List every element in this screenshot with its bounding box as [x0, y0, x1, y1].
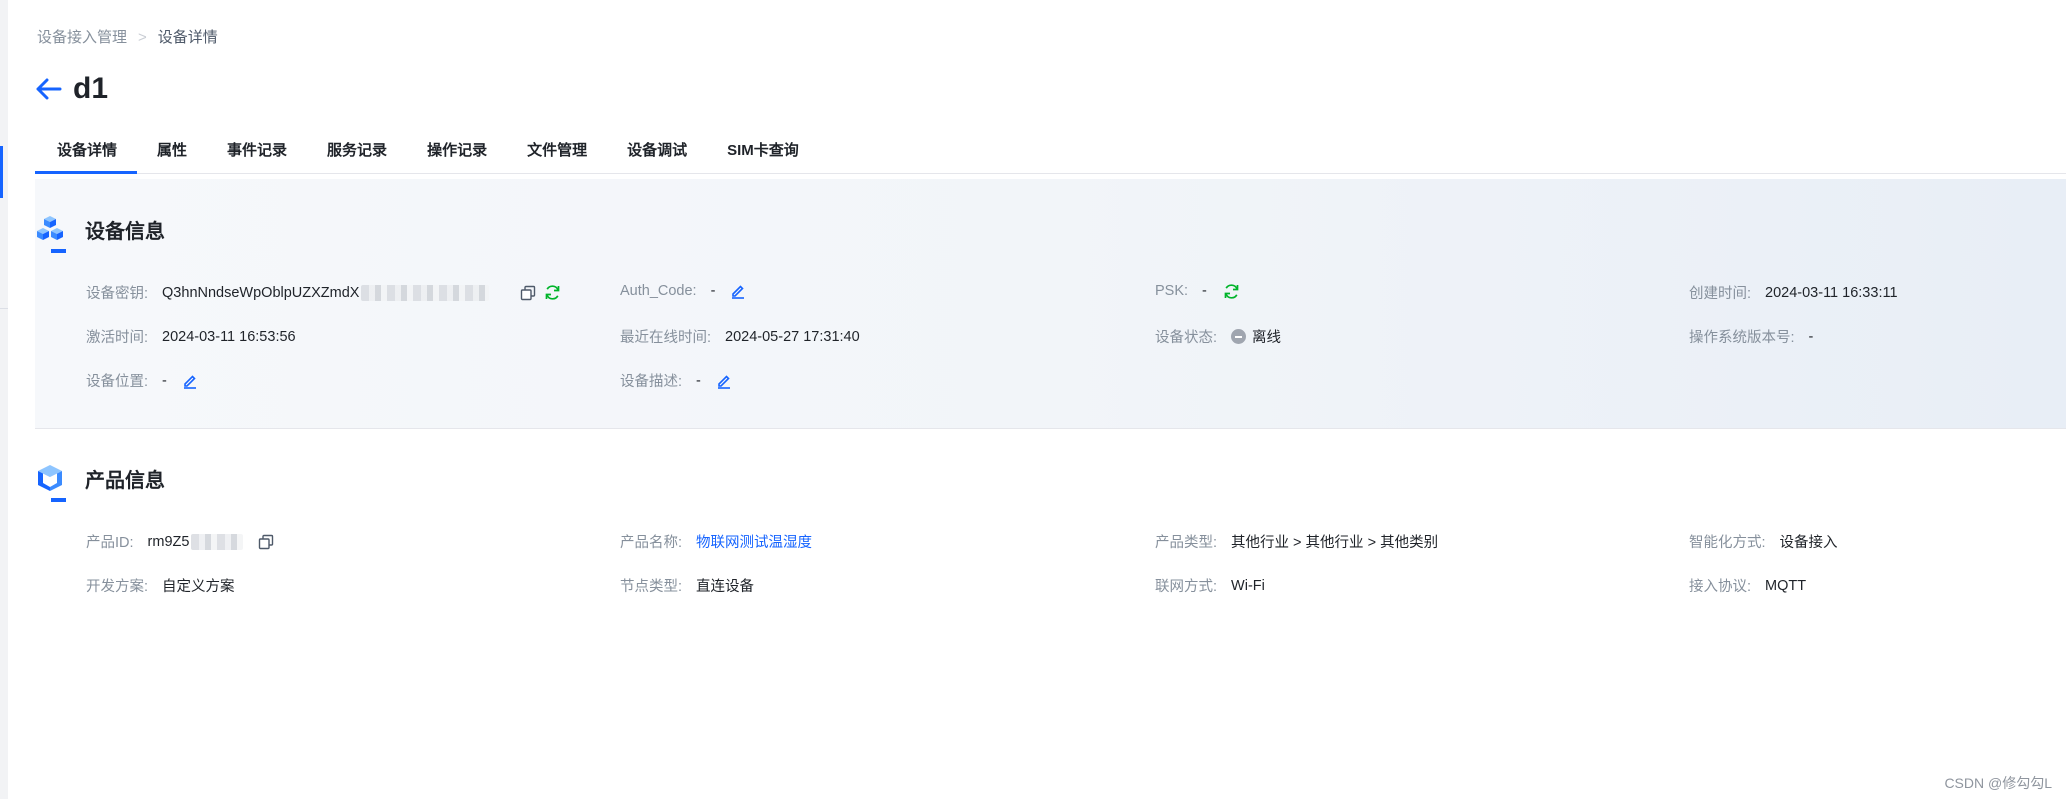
device-info-panel: [35, 179, 2066, 428]
os-version-label: 操作系统版本号:: [1689, 330, 1795, 346]
created-time-field: 创建时间: 2024-03-11 16:33:11: [1689, 282, 1898, 303]
product-name-label: 产品名称:: [620, 535, 683, 551]
breadcrumb-current: 设备详情: [157, 29, 218, 46]
last-online-label: 最近在线时间:: [620, 330, 712, 346]
os-version-field: 操作系统版本号: -: [1689, 326, 1813, 347]
smart-mode-field: 智能化方式: 设备接入: [1689, 531, 1838, 552]
activated-time-label: 激活时间:: [86, 330, 149, 346]
product-info-header: 产品信息: [35, 463, 165, 493]
offline-status-icon: [1231, 329, 1247, 344]
node-type-label: 节点类型:: [620, 579, 683, 595]
created-time-label: 创建时间:: [1689, 286, 1752, 302]
breadcrumb: 设备接入管理 > 设备详情: [37, 26, 218, 47]
device-status-label: 设备状态:: [1155, 330, 1218, 346]
edit-icon[interactable]: [181, 372, 199, 390]
product-box-icon: [38, 465, 62, 491]
tab-properties[interactable]: 属性: [137, 139, 207, 173]
dev-plan-field: 开发方案: 自定义方案: [86, 575, 235, 596]
access-protocol-field: 接入协议: MQTT: [1689, 575, 1806, 596]
tab-device-details[interactable]: 设备详情: [35, 139, 138, 174]
device-secret-masked: [361, 284, 490, 301]
device-description-label: 设备描述:: [620, 374, 683, 390]
copy-icon[interactable]: [519, 284, 537, 302]
tab-device-debug[interactable]: 设备调试: [607, 139, 707, 173]
sidebar-divider: [0, 308, 8, 309]
product-id-label: 产品ID:: [86, 535, 134, 551]
device-status-value: 离线: [1252, 330, 1282, 346]
copy-icon[interactable]: [257, 533, 275, 551]
access-protocol-label: 接入协议:: [1689, 579, 1752, 595]
edit-icon[interactable]: [729, 282, 747, 300]
tab-event-records[interactable]: 事件记录: [207, 139, 307, 173]
product-type-value: 其他行业 > 其他行业 > 其他类别: [1231, 535, 1439, 551]
node-type-value: 直连设备: [696, 579, 755, 595]
psk-field: PSK: -: [1155, 282, 1241, 300]
product-info-title: 产品信息: [85, 469, 165, 492]
product-type-label: 产品类型:: [1155, 535, 1218, 551]
device-description-value: -: [696, 372, 701, 389]
activated-time-field: 激活时间: 2024-03-11 16:53:56: [86, 326, 296, 347]
tab-sim-query[interactable]: SIM卡查询: [707, 139, 819, 173]
device-description-field: 设备描述: -: [620, 370, 733, 391]
left-sidebar-rail: [0, 0, 8, 799]
tab-service-records[interactable]: 服务记录: [307, 139, 407, 173]
breadcrumb-parent-link[interactable]: 设备接入管理: [37, 29, 127, 46]
device-secret-label: 设备密钥:: [86, 286, 149, 302]
dev-plan-value: 自定义方案: [162, 579, 235, 595]
dev-plan-label: 开发方案:: [86, 579, 149, 595]
smart-mode-value: 设备接入: [1779, 535, 1838, 551]
product-info-title-underline: [51, 498, 66, 502]
device-location-field: 设备位置: -: [86, 370, 199, 391]
device-location-value: -: [162, 372, 167, 389]
device-secret-value: Q3hnNndseWpOblpUZXZmdX: [162, 284, 360, 301]
tab-bar: 设备详情 属性 事件记录 服务记录 操作记录 文件管理 设备调试 SIM卡查询: [35, 139, 2066, 174]
last-online-field: 最近在线时间: 2024-05-27 17:31:40: [620, 326, 860, 347]
product-id-value: rm9Z5: [147, 533, 190, 550]
access-protocol-value: MQTT: [1765, 577, 1807, 594]
node-type-field: 节点类型: 直连设备: [620, 575, 754, 596]
auth-code-field: Auth_Code: -: [620, 282, 747, 300]
edit-icon[interactable]: [715, 372, 733, 390]
smart-mode-label: 智能化方式:: [1689, 535, 1766, 551]
section-divider: [35, 428, 2066, 429]
last-online-value: 2024-05-27 17:31:40: [725, 328, 860, 345]
product-id-masked: [191, 533, 244, 550]
cubes-icon: [37, 216, 63, 240]
os-version-value: -: [1808, 328, 1814, 345]
back-arrow-icon[interactable]: [35, 75, 63, 103]
page-header: d1: [35, 72, 108, 106]
network-mode-value: Wi-Fi: [1231, 577, 1265, 594]
device-info-title-underline: [51, 249, 66, 253]
watermark: CSDN @修勾勾L: [1944, 775, 2052, 791]
product-type-field: 产品类型: 其他行业 > 其他行业 > 其他类别: [1155, 531, 1438, 552]
device-info-title: 设备信息: [85, 220, 165, 243]
product-name-field: 产品名称: 物联网测试温湿度: [620, 531, 812, 552]
product-name-link[interactable]: 物联网测试温湿度: [696, 531, 812, 552]
auth-code-value: -: [710, 283, 716, 299]
page-title: d1: [73, 72, 109, 105]
device-secret-field: 设备密钥: Q3hnNndseWpOblpUZXZmdX: [86, 282, 561, 303]
psk-value: -: [1202, 283, 1207, 299]
sidebar-active-indicator: [0, 146, 3, 198]
breadcrumb-separator: >: [138, 29, 147, 46]
network-mode-field: 联网方式: Wi-Fi: [1155, 575, 1265, 596]
network-mode-label: 联网方式:: [1155, 579, 1218, 595]
refresh-icon[interactable]: [543, 284, 561, 302]
activated-time-value: 2024-03-11 16:53:56: [162, 328, 296, 345]
tab-file-management[interactable]: 文件管理: [507, 139, 607, 173]
refresh-icon[interactable]: [1223, 282, 1241, 300]
auth-code-label: Auth_Code:: [620, 283, 697, 299]
device-info-header: 设备信息: [35, 214, 165, 244]
device-location-label: 设备位置:: [86, 374, 149, 390]
product-id-field: 产品ID: rm9Z5: [86, 531, 275, 552]
tab-operation-records[interactable]: 操作记录: [407, 139, 507, 173]
device-status-field: 设备状态: 离线: [1155, 326, 1281, 347]
psk-label: PSK:: [1155, 283, 1189, 299]
created-time-value: 2024-03-11 16:33:11: [1765, 284, 1898, 301]
